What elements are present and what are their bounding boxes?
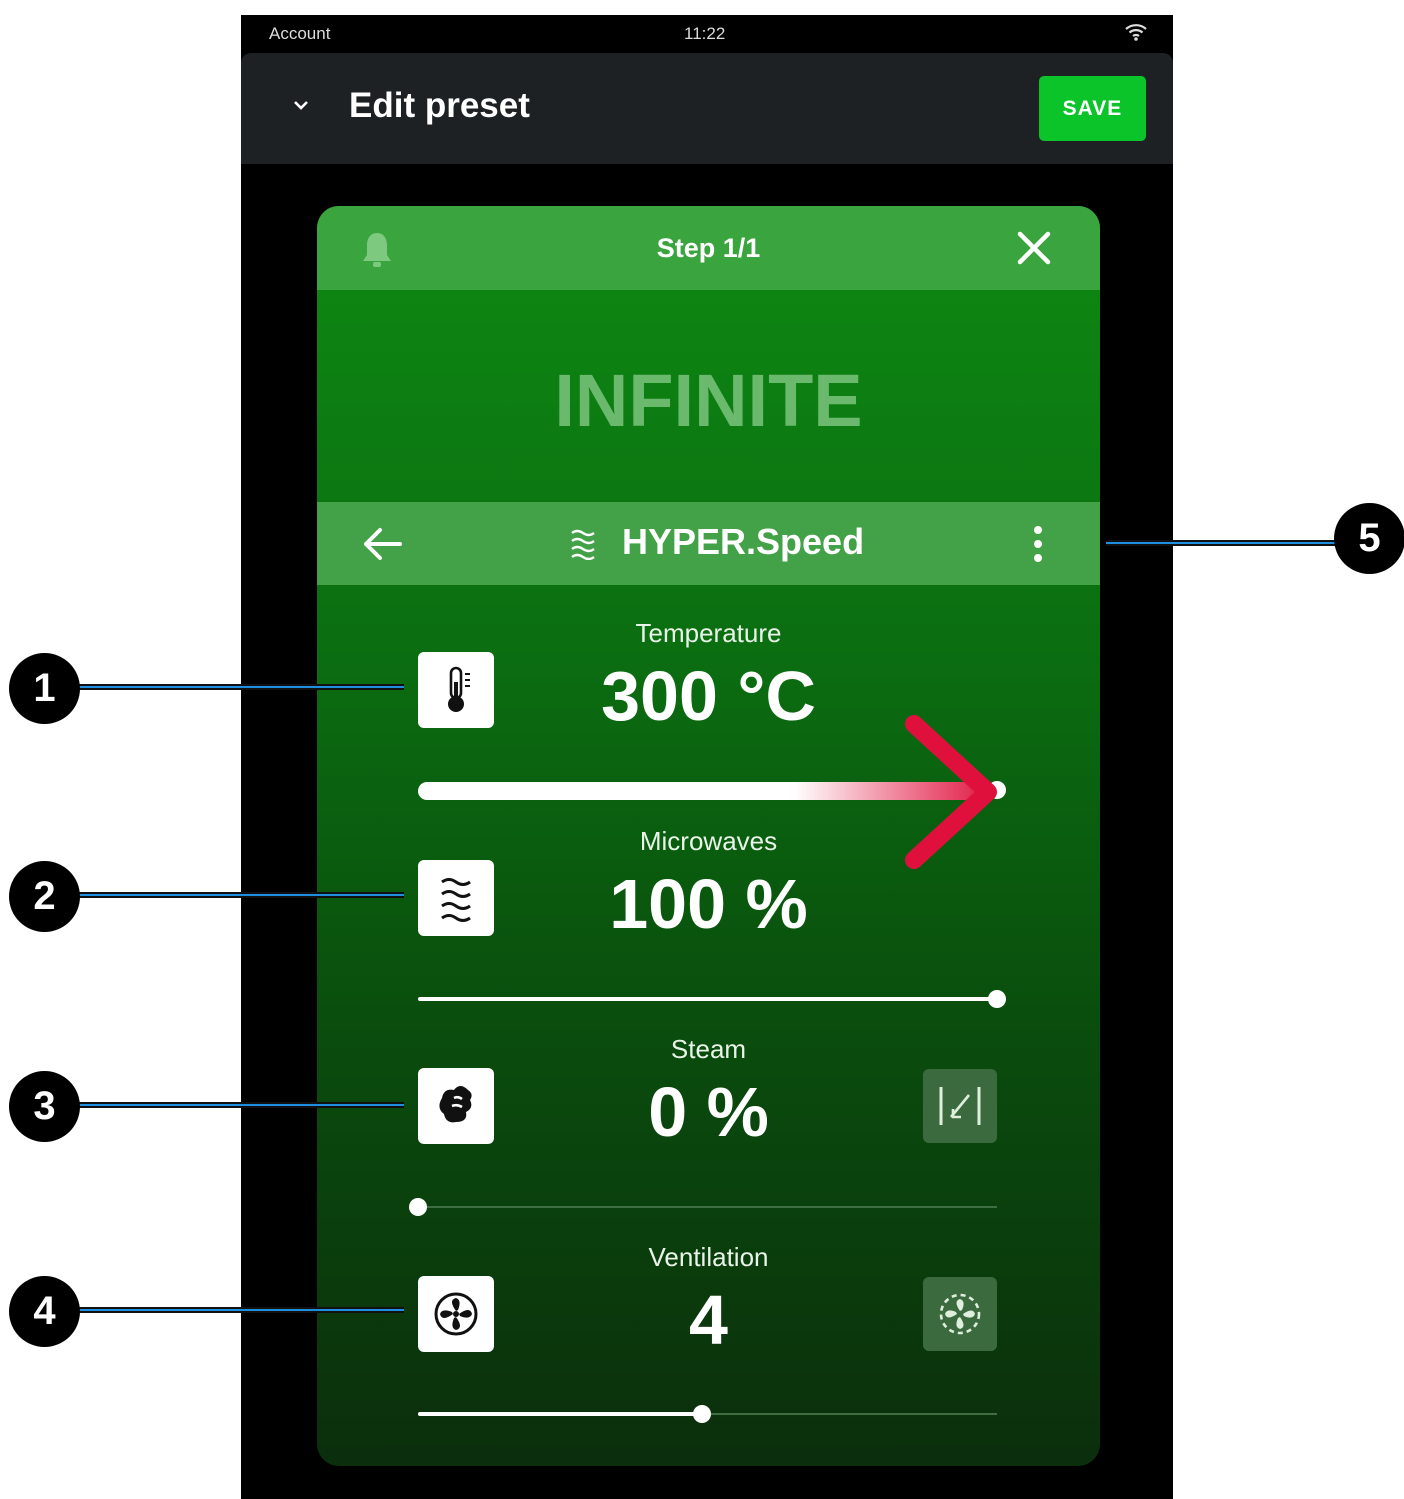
steam-slider-track (418, 1206, 997, 1208)
callout-line-1 (76, 684, 404, 690)
step-header: Step 1/1 (317, 206, 1100, 290)
callout-3: 3 (9, 1071, 80, 1142)
callout-5: 5 (1334, 503, 1404, 574)
temperature-label: Temperature (635, 618, 782, 648)
steam-label: Steam (670, 1034, 747, 1064)
chevron-down-icon[interactable] (289, 93, 313, 122)
steam-slider[interactable] (409, 1197, 997, 1217)
wifi-icon (1125, 23, 1147, 46)
program-bar: HYPER.Speed (317, 502, 1100, 585)
ventilation-slider-fill (418, 1412, 702, 1416)
steam-injection-icon[interactable] (923, 1069, 997, 1143)
status-bar: Account 11:22 (241, 15, 1173, 53)
more-vert-icon[interactable] (1030, 522, 1046, 571)
duration-display[interactable]: INFINITE (317, 358, 1100, 443)
fan-auto-icon[interactable] (923, 1277, 997, 1351)
ventilation-label: Ventilation (648, 1242, 769, 1272)
page-title: Edit preset (349, 86, 530, 125)
step-indicator: Step 1/1 (656, 233, 761, 263)
microwaves-slider-fill (418, 997, 997, 1001)
microwave-waves-icon (568, 526, 598, 565)
callout-2: 2 (9, 861, 80, 932)
ventilation-slider[interactable] (418, 1404, 997, 1424)
callout-line-3 (76, 1102, 404, 1108)
callout-line-4 (76, 1307, 404, 1313)
status-time: 11:22 (684, 24, 726, 43)
back-arrow-icon[interactable] (360, 524, 404, 569)
microwaves-slider[interactable] (418, 989, 1006, 1009)
red-arrow-icon (900, 712, 1010, 877)
ventilation-slider-thumb[interactable] (692, 1405, 711, 1423)
device-screen: Account 11:22 Edit preset SAVE Step 1/1 … (241, 15, 1173, 1499)
callout-line-2 (76, 892, 404, 898)
callout-line-5 (1106, 540, 1342, 546)
close-icon[interactable] (1014, 228, 1054, 273)
steam-slider-thumb[interactable] (409, 1198, 427, 1216)
program-name: HYPER.Speed (622, 521, 865, 562)
app-bar: Edit preset SAVE (241, 53, 1173, 164)
callout-4: 4 (9, 1276, 80, 1347)
microwaves-slider-thumb[interactable] (988, 990, 1006, 1008)
status-account-label: Account (269, 24, 331, 43)
save-button[interactable]: SAVE (1039, 76, 1146, 141)
callout-1: 1 (9, 653, 80, 724)
